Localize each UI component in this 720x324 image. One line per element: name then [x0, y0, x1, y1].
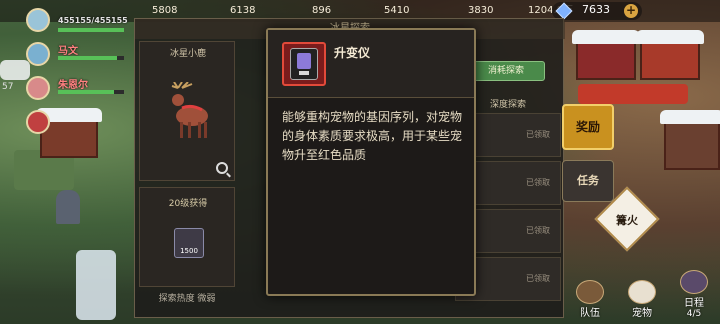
reward-button[interactable]: 奖励: [562, 104, 614, 150]
item-description: 能够重构宠物的基因序列，对宠物的身体素质要求极高，用于某些宠物升至红色品质: [282, 110, 463, 162]
member-hp-text: 455155/455155: [58, 16, 128, 25]
gem-value: 7633: [582, 3, 610, 16]
claimed-label: 已领取: [526, 178, 550, 187]
resource-value: 5410: [384, 5, 410, 16]
schedule-label: 日程: [684, 298, 704, 309]
reward-item-icon[interactable]: 1500: [174, 228, 204, 258]
member-level: 57: [2, 82, 14, 92]
member-name: 马文: [58, 46, 78, 57]
member-hp-bar: [58, 28, 124, 32]
transmuter-item-icon: [282, 42, 326, 86]
house-building: [660, 110, 720, 170]
party-member[interactable]: 马文: [0, 40, 132, 72]
ice-statue: [76, 250, 116, 320]
consume-explore-button[interactable]: 消耗探索: [467, 61, 545, 81]
party-member[interactable]: 455155/455155: [0, 6, 132, 38]
claimed-label: 已领取: [526, 130, 550, 139]
resource-value: 3830: [468, 5, 494, 16]
member-name: 朱恩尔: [58, 80, 88, 91]
resource-value: 6138: [230, 5, 256, 16]
party-list: 455155/455155 马文 57 朱恩尔: [0, 6, 132, 142]
magnifier-icon[interactable]: [216, 162, 228, 174]
diamond-icon: [555, 2, 573, 20]
member-avatar: [26, 110, 50, 134]
resource-value: 5808: [152, 5, 178, 16]
deer-icon: [171, 82, 208, 138]
pet-label: 宠物: [632, 308, 652, 319]
explore-heat-label: 探索热度 微弱: [158, 294, 216, 304]
item-tooltip-dialog: 升变仪 能够重构宠物的基因序列，对宠物的身体素质要求极高，用于某些宠物升至红色品…: [266, 28, 476, 296]
event-banner: [578, 84, 688, 104]
house-building: [636, 30, 704, 80]
member-hp-bar: [58, 56, 124, 60]
member-avatar: [26, 76, 50, 100]
item-name: 升变仪: [334, 46, 371, 60]
schedule-progress: 4/5: [686, 309, 702, 319]
pet-name: 冰星小鹿: [169, 49, 206, 59]
claimed-label: 已领取: [526, 274, 550, 283]
reward-count: 1500: [180, 247, 198, 255]
pet-column: 冰星小鹿 20级获得 1500 探索热度 微弱: [139, 41, 235, 311]
pet-button[interactable]: 宠物: [624, 280, 660, 320]
party-member[interactable]: [0, 108, 132, 140]
tombstone: [56, 190, 80, 224]
team-label: 队伍: [580, 308, 600, 319]
paw-icon: [628, 280, 656, 304]
team-icon: [576, 280, 604, 304]
reward-title: 20级获得: [168, 199, 208, 209]
schedule-button[interactable]: 日程 4/5: [676, 270, 712, 319]
bonfire-label: 篝火: [616, 214, 638, 227]
member-hp-bar: [58, 90, 124, 94]
claimed-label: 已领取: [526, 226, 550, 235]
house-building: [572, 30, 640, 80]
pet-card: 冰星小鹿: [139, 41, 235, 181]
team-button[interactable]: 队伍: [572, 280, 608, 320]
member-avatar: [26, 8, 50, 32]
calendar-icon: [680, 270, 708, 294]
gem-counter: 7633 +: [552, 2, 642, 20]
task-button[interactable]: 任务: [562, 160, 614, 202]
party-member[interactable]: 57 朱恩尔: [0, 74, 132, 106]
level-reward-card: 20级获得 1500: [139, 187, 235, 287]
add-gems-button[interactable]: +: [624, 4, 638, 18]
member-avatar: [26, 42, 50, 66]
resource-value: 896: [312, 5, 332, 16]
tooltip-header: 升变仪: [268, 30, 474, 98]
